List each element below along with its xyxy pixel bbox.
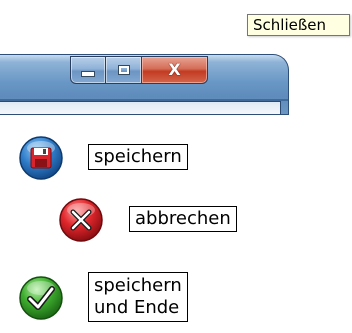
minimize-icon (81, 71, 95, 77)
floppy-disk-icon[interactable] (18, 135, 64, 181)
save-and-exit-label: speichern und Ende (88, 272, 188, 322)
window-caption-buttons: X (70, 56, 208, 86)
maximize-icon (117, 65, 130, 75)
checkmark-icon[interactable] (18, 275, 64, 321)
close-button[interactable]: X (142, 56, 208, 84)
close-icon: X (168, 60, 181, 79)
minimize-button[interactable] (70, 56, 106, 84)
cancel-label: abbrechen (129, 206, 237, 232)
maximize-button[interactable] (106, 56, 142, 84)
cancel-x-icon[interactable] (58, 197, 104, 243)
window-client-area (0, 101, 281, 114)
close-tooltip: Schließen (247, 14, 350, 36)
save-label: speichern (88, 144, 188, 170)
